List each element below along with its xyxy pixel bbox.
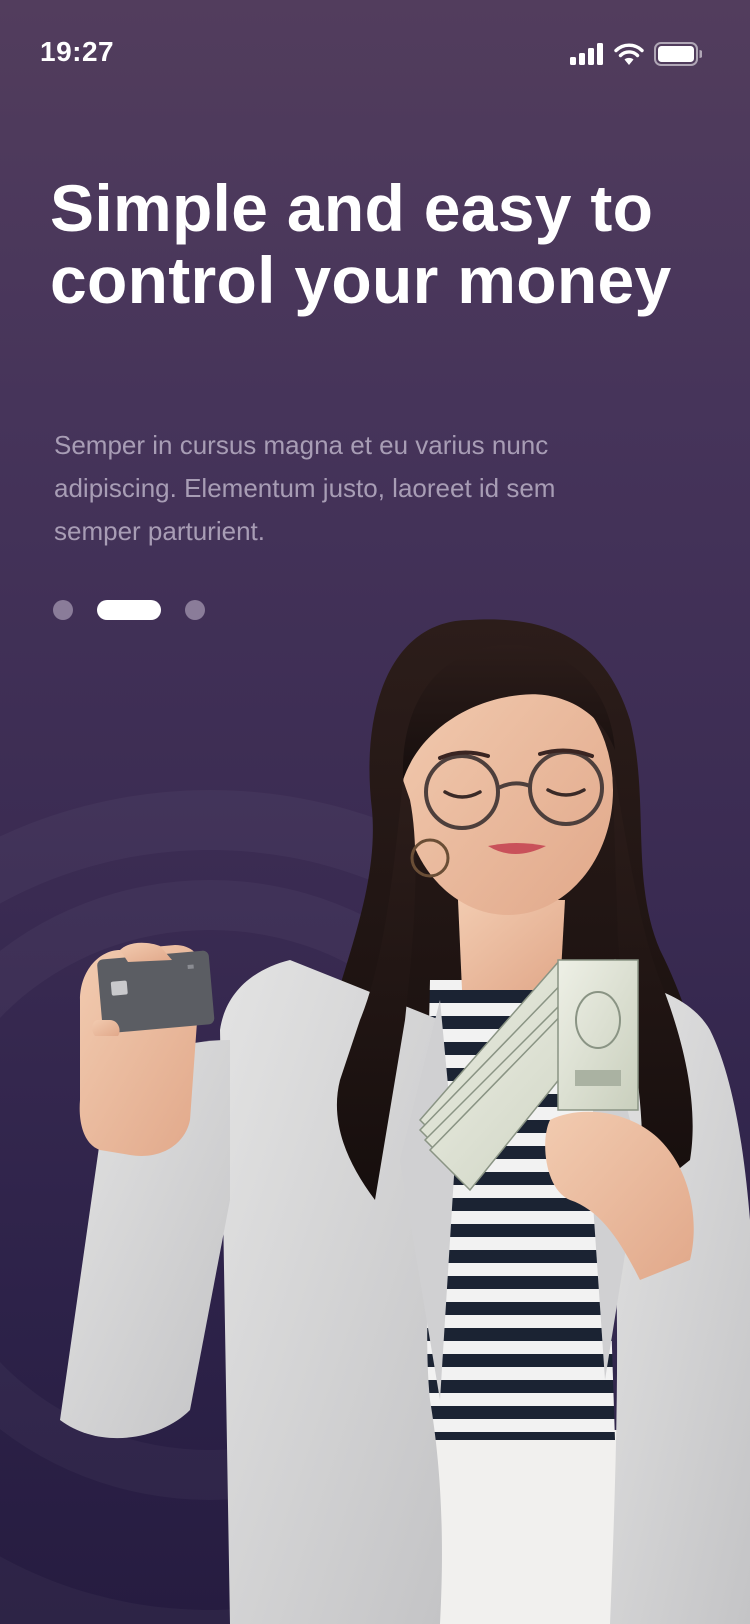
onboarding-description: Semper in cursus magna et eu varius nunc… — [54, 430, 556, 546]
status-time: 19:27 — [40, 36, 115, 67]
woman-holding-card-and-cash-image — [60, 619, 750, 1624]
cellular-signal-icon — [570, 43, 603, 65]
status-bar: 19:27 — [0, 0, 750, 100]
status-icons — [570, 42, 702, 66]
wifi-icon — [614, 43, 644, 65]
battery-icon — [654, 42, 702, 66]
onboarding-screen: 19:27 Simple and easy to control your mo… — [0, 0, 750, 1624]
onboarding-title: Simple and easy to control your money — [50, 171, 672, 317]
